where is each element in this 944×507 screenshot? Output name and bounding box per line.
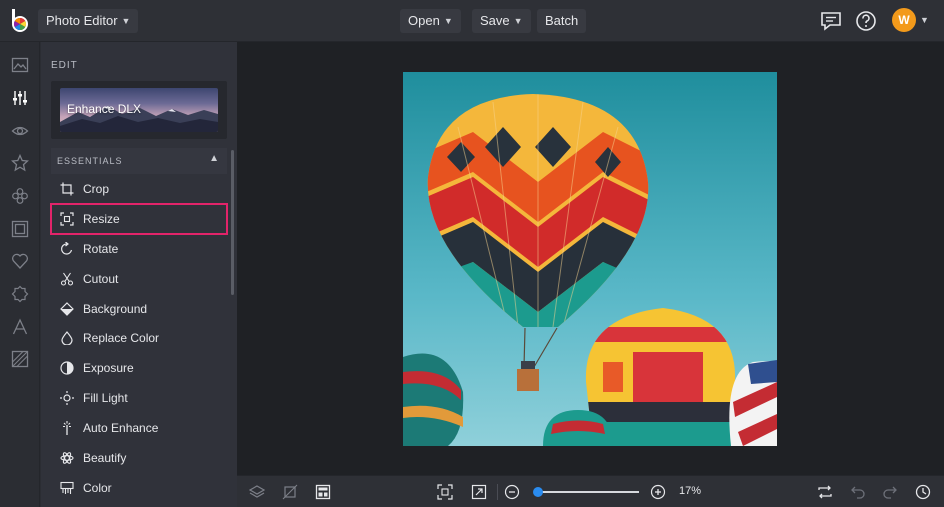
undo-icon[interactable]	[850, 484, 866, 500]
essentials-section-header[interactable]: ESSENTIALS ▲	[51, 148, 227, 174]
chat-icon[interactable]	[818, 8, 844, 34]
essentials-label: ESSENTIALS	[57, 156, 123, 166]
tool-label: Replace Color	[83, 331, 160, 346]
image-icon[interactable]	[11, 56, 29, 74]
enhance-dlx-card[interactable]: Enhance DLX	[51, 81, 227, 139]
edit-panel: EDIT Enhance DLX ESSENTIALS ▲ Crop Resiz…	[41, 42, 237, 507]
chevron-down-icon[interactable]: ▼	[920, 15, 929, 25]
fit-screen-icon[interactable]	[437, 484, 453, 500]
tool-label: Background	[83, 301, 148, 316]
tool-label: Cutout	[83, 271, 119, 286]
layout-icon[interactable]	[315, 484, 331, 500]
photo-editor-menu[interactable]: Photo Editor ▼	[38, 9, 139, 33]
star-icon[interactable]	[11, 154, 29, 172]
chevron-up-icon: ▲	[209, 153, 219, 164]
tool-rail	[0, 42, 40, 507]
tool-replace-color[interactable]: Replace Color	[51, 323, 227, 353]
flower-icon[interactable]	[11, 187, 29, 205]
badge-icon[interactable]	[11, 285, 29, 303]
tool-exposure[interactable]: Exposure	[51, 353, 227, 383]
exposure-icon	[60, 361, 74, 375]
tool-label: Rotate	[83, 241, 119, 256]
tool-color[interactable]: Color	[51, 473, 227, 503]
frame-icon[interactable]	[11, 220, 29, 238]
bottom-toolbar: 17%	[237, 475, 944, 507]
essentials-tool-list: Crop Resize Rotate Cutout Background Rep…	[50, 174, 228, 503]
tool-background[interactable]: Background	[51, 294, 227, 324]
actual-size-icon[interactable]	[471, 484, 487, 500]
texture-icon[interactable]	[11, 350, 29, 368]
tool-auto-enhance[interactable]: Auto Enhance	[51, 413, 227, 443]
atom-icon	[60, 452, 74, 464]
scissors-icon	[60, 272, 74, 286]
text-icon[interactable]	[11, 318, 29, 336]
layers-icon[interactable]	[249, 484, 265, 500]
redo-icon[interactable]	[882, 484, 898, 500]
droplet-icon	[61, 331, 73, 346]
photo-hot-air-balloons[interactable]	[403, 72, 777, 446]
swap-icon[interactable]	[817, 484, 833, 500]
tool-cutout[interactable]: Cutout	[51, 264, 227, 294]
tool-label: Fill Light	[83, 391, 128, 406]
chevron-down-icon: ▼	[121, 16, 131, 26]
zoom-slider-handle[interactable]	[533, 487, 543, 497]
editor-canvas[interactable]	[237, 42, 944, 475]
save-button-label: Save	[480, 13, 510, 28]
palette-icon	[60, 481, 74, 494]
sun-icon	[60, 391, 74, 406]
tool-label: Color	[83, 480, 112, 495]
enhance-dlx-thumbnail: Enhance DLX	[60, 88, 218, 132]
toolbar-divider	[497, 484, 498, 500]
top-bar: Photo Editor ▼ Open ▼ Save ▼ Batch W ▼	[0, 0, 944, 42]
eye-icon[interactable]	[11, 122, 29, 140]
tool-crop[interactable]: Crop	[51, 174, 227, 204]
chevron-down-icon: ▼	[513, 16, 523, 26]
help-icon[interactable]	[853, 8, 879, 34]
tool-fill-light[interactable]: Fill Light	[51, 383, 227, 413]
tool-label: Resize	[83, 211, 120, 226]
tool-rotate[interactable]: Rotate	[51, 234, 227, 264]
panel-scrollbar[interactable]	[231, 150, 234, 295]
transparency-icon[interactable]	[282, 484, 298, 500]
chevron-down-icon: ▼	[443, 16, 453, 26]
enhance-dlx-label: Enhance DLX	[67, 102, 142, 116]
tool-label: Beautify	[83, 451, 127, 466]
tool-label: Auto Enhance	[83, 421, 159, 436]
batch-button-label: Batch	[545, 13, 579, 28]
save-button[interactable]: Save ▼	[472, 9, 531, 33]
zoom-percentage: 17%	[679, 485, 702, 497]
rotate-icon	[61, 241, 73, 255]
tool-beautify[interactable]: Beautify	[51, 443, 227, 473]
resize-icon	[60, 212, 74, 226]
open-button[interactable]: Open ▼	[400, 9, 461, 33]
user-avatar[interactable]: W	[892, 8, 916, 32]
photo-editor-menu-label: Photo Editor	[46, 13, 118, 28]
sliders-icon[interactable]	[11, 89, 29, 107]
wand-icon	[63, 421, 71, 436]
batch-button[interactable]: Batch	[537, 9, 587, 33]
open-button-label: Open	[408, 13, 440, 28]
heart-icon[interactable]	[11, 252, 29, 270]
history-icon[interactable]	[915, 484, 931, 500]
tool-label: Crop	[83, 182, 110, 196]
zoom-in-icon[interactable]	[650, 484, 666, 500]
zoom-slider-track[interactable]	[535, 491, 639, 493]
crop-icon	[60, 182, 74, 196]
edit-section-label: EDIT	[51, 60, 78, 71]
zoom-out-icon[interactable]	[504, 484, 520, 500]
tool-resize[interactable]: Resize	[50, 202, 228, 235]
background-icon	[60, 301, 74, 316]
app-logo[interactable]	[8, 8, 32, 34]
tool-label: Exposure	[83, 361, 134, 376]
